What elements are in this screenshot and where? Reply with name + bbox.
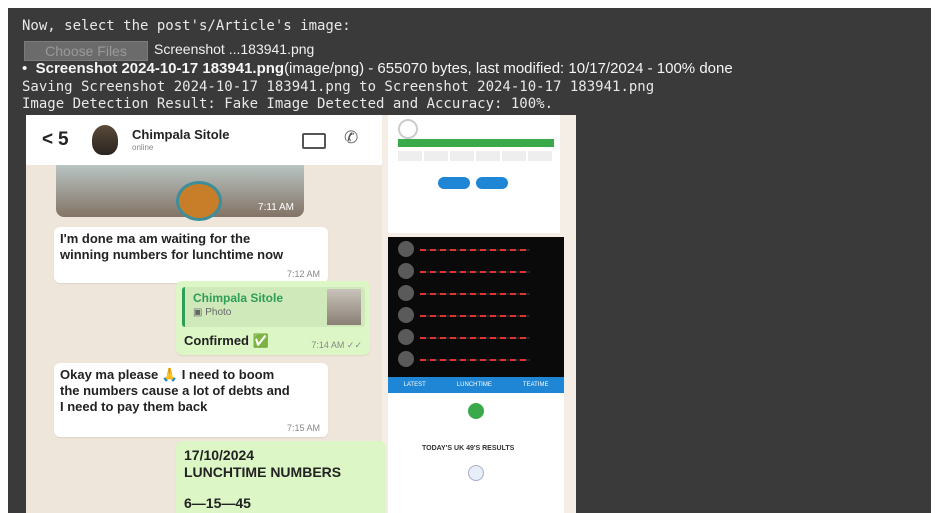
quoted-type-label: Photo bbox=[205, 307, 232, 318]
chat-row bbox=[398, 329, 558, 347]
avatar bbox=[398, 307, 414, 323]
lottery-tab-bar: LATEST LUNCHTIME TEATIME bbox=[388, 377, 564, 393]
quoted-sender: Chimpala Sitole bbox=[193, 291, 284, 305]
back-chevron-icon: < bbox=[42, 129, 54, 150]
notebook-output-panel: Now, select the post's/Article's image: … bbox=[8, 8, 931, 513]
tab-latest: LATEST bbox=[403, 382, 426, 388]
contact-name: Chimpala Sitole bbox=[132, 127, 230, 142]
detection-result-line: Image Detection Result: Fake Image Detec… bbox=[22, 96, 554, 112]
avatar bbox=[398, 263, 414, 279]
tab-lunchtime: LUNCHTIME bbox=[456, 382, 492, 388]
message-bubble-incoming: Okay ma please 🙏 I need to boom the numb… bbox=[54, 363, 328, 437]
saving-status-line: Saving Screenshot 2024-10-17 183941.png … bbox=[22, 79, 655, 95]
uploaded-screenshot-image: < 5 Chimpala Sitole online ✆ 7:11 AM I'm… bbox=[26, 115, 576, 513]
redacted-text bbox=[420, 249, 530, 251]
results-title: LUNCHTIME NUMBERS bbox=[184, 464, 342, 480]
phone-call-icon: ✆ bbox=[344, 128, 359, 148]
video-call-icon bbox=[302, 133, 326, 149]
chat-row bbox=[398, 241, 558, 259]
lottery-app-top bbox=[388, 115, 560, 233]
bullet: • bbox=[22, 60, 36, 77]
redacted-text bbox=[420, 271, 530, 273]
chat-row bbox=[398, 263, 558, 281]
message-time: 7:11 AM bbox=[258, 202, 294, 213]
choose-files-button[interactable]: Choose Files bbox=[24, 41, 148, 61]
message-text: Confirmed ✅ bbox=[184, 333, 269, 348]
uk-flag-icon bbox=[468, 465, 484, 481]
check-icon bbox=[468, 403, 484, 419]
message-time: 7:12 AM bbox=[286, 269, 320, 279]
app-button-icon bbox=[438, 177, 470, 189]
avatar bbox=[398, 351, 414, 367]
results-heading: TODAY'S UK 49'S RESULTS bbox=[422, 445, 515, 452]
message-bubble-outgoing: 17/10/2024 LUNCHTIME NUMBERS 6—15—45 bbox=[176, 441, 386, 513]
quoted-type: ▣ Photo bbox=[193, 307, 231, 318]
message-text: I'm done ma am waiting for the winning n… bbox=[60, 231, 284, 262]
quoted-thumbnail bbox=[327, 289, 361, 325]
message-time: 7:14 AM ✓✓ bbox=[311, 340, 362, 350]
avatar bbox=[398, 285, 414, 301]
green-banner bbox=[398, 139, 554, 147]
file-detail-name: Screenshot 2024-10-17 183941.png bbox=[35, 60, 285, 77]
chosen-file-name: Screenshot ...183941.png bbox=[154, 41, 315, 57]
whatsapp-chat: < 5 Chimpala Sitole online ✆ 7:11 AM I'm… bbox=[26, 115, 386, 513]
avatar bbox=[398, 329, 414, 345]
photo-icon: ▣ bbox=[193, 307, 206, 318]
chat-row bbox=[398, 285, 558, 303]
results-date: 17/10/2024 bbox=[184, 447, 255, 463]
file-detail-line: • Screenshot 2024-10-17 183941.png(image… bbox=[22, 60, 733, 77]
file-detail-info: (image/png) - 655070 bytes, last modifie… bbox=[284, 60, 733, 77]
dark-chat-list bbox=[388, 237, 564, 377]
lottery-results-section: TODAY'S UK 49'S RESULTS bbox=[388, 393, 564, 513]
ball-icon bbox=[398, 119, 418, 139]
quoted-message: Chimpala Sitole ▣ Photo bbox=[182, 287, 365, 327]
redacted-text bbox=[420, 359, 530, 361]
redacted-text bbox=[420, 337, 530, 339]
message-bubble-outgoing: Chimpala Sitole ▣ Photo Confirmed ✅ 7:14… bbox=[176, 281, 370, 355]
unread-count: 5 bbox=[58, 129, 69, 150]
redacted-text bbox=[420, 315, 530, 317]
results-numbers: 6—15—45 bbox=[184, 495, 251, 511]
emblem-image bbox=[176, 181, 222, 221]
avatar bbox=[92, 125, 118, 155]
photo-message: 7:11 AM bbox=[56, 165, 304, 221]
chat-row bbox=[398, 351, 558, 369]
select-image-prompt: Now, select the post's/Article's image: bbox=[22, 18, 351, 34]
contact-status: online bbox=[132, 143, 154, 152]
app-button-icon bbox=[476, 177, 508, 189]
avatar bbox=[398, 241, 414, 257]
chat-row bbox=[398, 307, 558, 325]
message-bubble-incoming: I'm done ma am waiting for the winning n… bbox=[54, 227, 328, 283]
numbers-row bbox=[398, 151, 554, 161]
chat-header: < 5 Chimpala Sitole online ✆ bbox=[26, 115, 382, 165]
redacted-text bbox=[420, 293, 530, 295]
tab-teatime: TEATIME bbox=[522, 382, 549, 388]
lottery-app-screenshots: LATEST LUNCHTIME TEATIME TODAY'S UK 49'S… bbox=[388, 115, 576, 513]
message-text: Okay ma please 🙏 I need to boom the numb… bbox=[60, 367, 290, 414]
message-time: 7:15 AM bbox=[286, 423, 320, 433]
